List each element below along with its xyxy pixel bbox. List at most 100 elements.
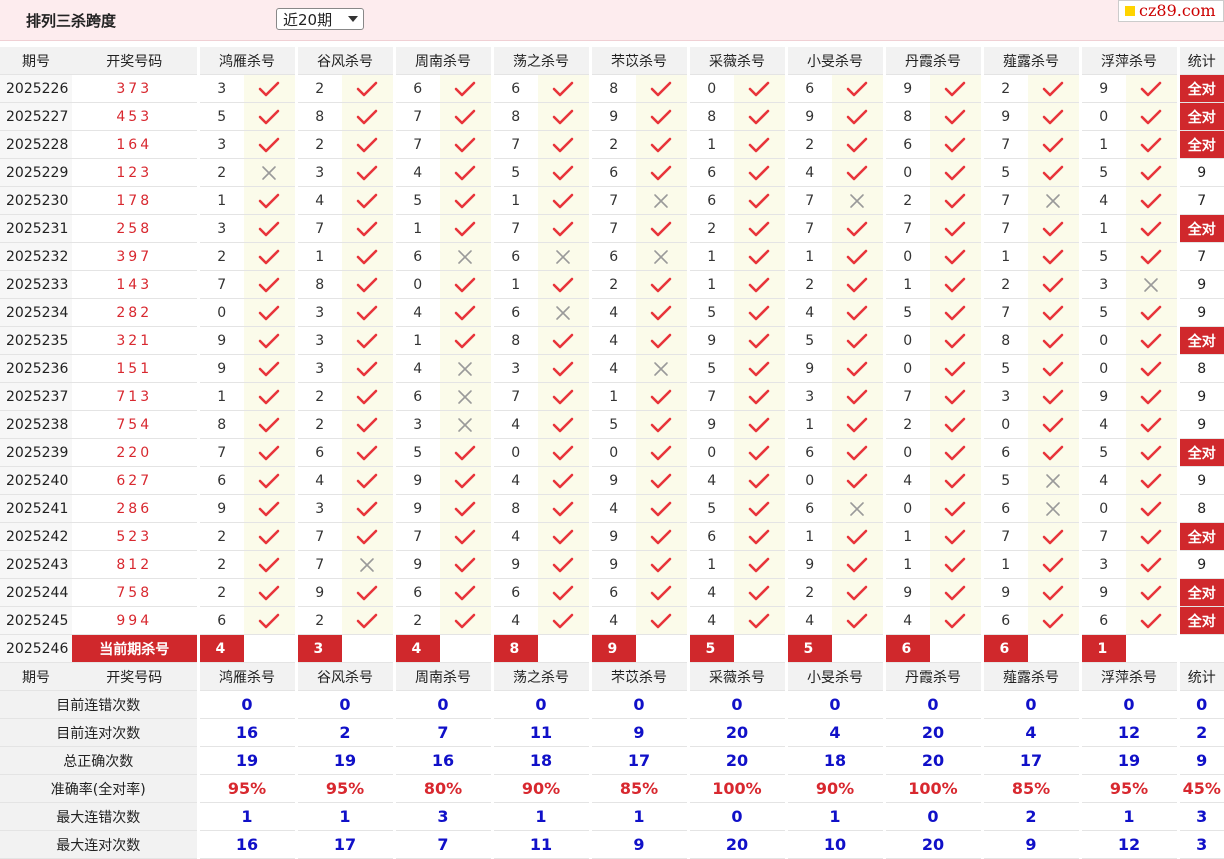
kill-number-cell: 2 — [784, 578, 832, 607]
kill-number-cell: 4 — [686, 466, 734, 495]
check-icon — [538, 186, 590, 215]
draw-number-cell: 523 — [72, 522, 198, 551]
check-icon — [930, 158, 982, 187]
stat-cell: 全对 — [1176, 438, 1224, 467]
table-row: 2025235 321 9 3 1 8 4 9 5 0 8 0 全对 — [0, 326, 1224, 355]
summary-value: 16 — [196, 718, 296, 747]
kill-number-cell: 6 — [882, 130, 930, 159]
summary-value: 20 — [882, 746, 982, 775]
kill-number-cell: 7 — [980, 298, 1028, 327]
summary-value: 7 — [392, 830, 492, 859]
check-icon — [244, 466, 296, 495]
kill-number-cell: 1 — [686, 242, 734, 271]
kill-number-cell: 7 — [490, 382, 538, 411]
kill-number-cell: 1 — [294, 242, 342, 271]
kill-number-cell: 5 — [980, 466, 1028, 495]
current-stat-blank — [1176, 634, 1224, 663]
check-icon — [832, 466, 884, 495]
kill-number-cell: 6 — [294, 438, 342, 467]
kill-number-cell: 8 — [294, 102, 342, 131]
check-icon — [734, 494, 786, 523]
summary-value: 7 — [392, 718, 492, 747]
col-header-draw: 开奖号码 — [72, 47, 198, 75]
kill-number-cell: 5 — [686, 354, 734, 383]
kill-number-cell: 2 — [196, 578, 244, 607]
check-icon — [244, 186, 296, 215]
summary-value: 9 — [588, 830, 688, 859]
check-icon — [342, 466, 394, 495]
check-icon — [244, 74, 296, 103]
kill-number-cell: 8 — [196, 410, 244, 439]
summary-value: 19 — [196, 746, 296, 775]
check-icon — [1126, 130, 1178, 159]
check-icon — [734, 382, 786, 411]
check-icon — [1028, 242, 1080, 271]
kill-number-cell: 2 — [686, 214, 734, 243]
summary-row: 最大连错次数 1 1 3 1 1 0 1 0 2 1 3 — [0, 802, 1224, 831]
check-icon — [342, 606, 394, 635]
check-icon — [440, 522, 492, 551]
kill-number-cell: 0 — [980, 410, 1028, 439]
summary-value: 20 — [686, 830, 786, 859]
table-row: 2025230 178 1 4 5 1 7 6 7 2 7 4 7 — [0, 186, 1224, 215]
check-icon — [538, 102, 590, 131]
summary-label: 最大连错次数 — [0, 802, 198, 831]
summary-value: 1 — [784, 802, 884, 831]
check-icon — [1126, 354, 1178, 383]
summary-value: 20 — [686, 718, 786, 747]
check-icon — [636, 522, 688, 551]
table-row: 2025244 758 2 9 6 6 6 4 2 9 9 9 全对 — [0, 578, 1224, 607]
summary-value: 12 — [1078, 830, 1178, 859]
summary-value: 2 — [980, 802, 1080, 831]
stat-cell: 全对 — [1176, 74, 1224, 103]
kill-number-cell: 4 — [490, 466, 538, 495]
draw-number-cell: 627 — [72, 466, 198, 495]
summary-value: 9 — [588, 718, 688, 747]
check-icon — [734, 102, 786, 131]
check-icon — [1028, 326, 1080, 355]
check-icon — [342, 326, 394, 355]
kill-number-cell: 6 — [490, 578, 538, 607]
period-select[interactable]: 近20期 — [276, 8, 364, 30]
check-icon — [440, 326, 492, 355]
summary-stat: 2 — [1176, 718, 1224, 747]
kill-number-cell: 9 — [1078, 578, 1126, 607]
check-icon — [1028, 550, 1080, 579]
kill-number-cell: 4 — [882, 606, 930, 635]
col-header-expert: 采薇杀号 — [686, 662, 786, 691]
check-icon — [636, 270, 688, 299]
summary-value: 11 — [490, 718, 590, 747]
summary-row: 准确率(全对率) 95% 95% 80% 90% 85% 100% 90% 100% 85% 95%… — [0, 774, 1224, 803]
kill-number-cell: 0 — [1078, 354, 1126, 383]
check-icon — [244, 298, 296, 327]
check-icon — [440, 214, 492, 243]
check-icon — [930, 438, 982, 467]
check-icon — [832, 130, 884, 159]
check-icon — [538, 214, 590, 243]
kill-number-cell: 7 — [980, 522, 1028, 551]
summary-value: 17 — [294, 830, 394, 859]
kill-number-cell: 1 — [980, 242, 1028, 271]
check-icon — [734, 186, 786, 215]
kill-number-cell: 7 — [196, 438, 244, 467]
site-logo[interactable]: cz89.com — [1118, 0, 1224, 22]
check-icon — [1028, 382, 1080, 411]
summary-value: 18 — [490, 746, 590, 775]
check-icon — [538, 438, 590, 467]
kill-number-cell: 4 — [392, 298, 440, 327]
kill-number-cell: 9 — [882, 74, 930, 103]
check-icon — [734, 270, 786, 299]
kill-number-cell: 6 — [490, 298, 538, 327]
draw-number-cell: 286 — [72, 494, 198, 523]
issue-cell: 2025233 — [0, 270, 72, 299]
kill-number-cell: 2 — [882, 186, 930, 215]
kill-number-cell: 1 — [196, 186, 244, 215]
check-icon — [1126, 522, 1178, 551]
stat-cell: 9 — [1176, 270, 1224, 299]
table-row: 2025229 123 2 3 4 5 6 6 4 0 5 5 9 — [0, 158, 1224, 187]
summary-value: 1 — [1078, 802, 1178, 831]
issue-cell: 2025238 — [0, 410, 72, 439]
summary-label: 准确率(全对率) — [0, 774, 198, 803]
check-icon — [930, 102, 982, 131]
check-icon — [636, 74, 688, 103]
